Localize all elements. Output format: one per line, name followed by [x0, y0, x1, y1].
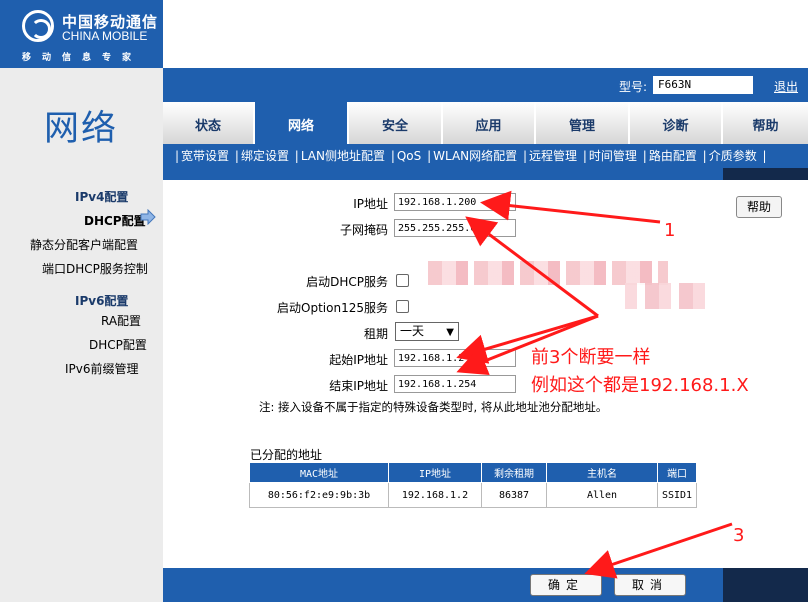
- col-mac: MAC地址: [249, 462, 389, 483]
- separator: |: [522, 149, 528, 163]
- tab-application[interactable]: 应用: [443, 102, 536, 144]
- subnav-wlan[interactable]: WLAN网络配置: [433, 149, 517, 163]
- subnav-media[interactable]: 介质参数: [709, 149, 757, 163]
- tab-status[interactable]: 状态: [163, 102, 255, 144]
- leftnav-ra-config[interactable]: RA配置: [101, 312, 141, 329]
- leftnav-ipv6-prefix[interactable]: IPv6前缀管理: [65, 360, 139, 377]
- start-ip-input[interactable]: [394, 349, 516, 367]
- ok-button[interactable]: 确定: [530, 574, 602, 596]
- leftnav-dhcpv6-config[interactable]: DHCP配置: [89, 336, 147, 353]
- subnet-mask-label: 子网掩码: [339, 223, 388, 237]
- arrow-right-icon: [140, 209, 156, 225]
- dhcp-service-checkbox[interactable]: [396, 274, 409, 287]
- subnav-remote[interactable]: 远程管理: [529, 149, 577, 163]
- tab-security[interactable]: 安全: [349, 102, 443, 144]
- model-label: 型号:: [619, 80, 648, 94]
- end-ip-input[interactable]: [394, 375, 516, 393]
- top-bar: 型号: F663N 退出: [163, 68, 808, 102]
- leftnav-static-clients[interactable]: 静态分配客户端配置: [30, 236, 138, 253]
- annotation-line-2: 例如这个都是192.168.1.X: [531, 375, 749, 396]
- col-ip: IP地址: [388, 462, 482, 483]
- page-title: 网络: [44, 109, 119, 149]
- left-bottom: [0, 568, 163, 602]
- option125-label: 启动Option125服务: [277, 301, 388, 315]
- col-hostname: 主机名: [546, 462, 658, 483]
- leftnav-ipv6-header: IPv6配置: [75, 294, 129, 308]
- tab-help[interactable]: 帮助: [723, 102, 808, 144]
- leftnav-ipv4-header: IPv4配置: [75, 190, 129, 204]
- assigned-title: 已分配的地址: [250, 448, 323, 462]
- sub-navigation: | 宽带设置 | 绑定设置 | LAN侧地址配置 | QoS | WLAN网络配置 | 远程…: [163, 144, 808, 168]
- tab-management[interactable]: 管理: [536, 102, 630, 144]
- cancel-button[interactable]: 取消: [614, 574, 686, 596]
- cell-hostname: Allen: [546, 482, 658, 508]
- separator: |: [234, 149, 239, 163]
- separator: |: [294, 149, 299, 163]
- cell-port: SSID1: [657, 482, 697, 508]
- separator: |: [427, 149, 432, 163]
- redaction-blur: [625, 283, 707, 309]
- end-ip-label: 结束IP地址: [329, 379, 388, 393]
- brand-logo: 中国移动通信 CHINA MOBILE 移动信息专家: [0, 0, 163, 68]
- page-title-area: 网络: [0, 68, 163, 168]
- annotation-number-3: 3: [733, 525, 745, 546]
- lease-value: 一天: [400, 324, 425, 338]
- main-tabs: 状态 网络 安全 应用 管理 诊断 帮助: [163, 102, 808, 144]
- subnav-lan-address[interactable]: LAN侧地址配置: [301, 149, 385, 163]
- table-header-row: MAC地址 IP地址 剩余租期 主机名 端口: [249, 462, 697, 483]
- separator: |: [175, 149, 180, 163]
- model-value: F663N: [653, 76, 753, 94]
- separator: |: [702, 149, 707, 163]
- table-row: 80:56:f2:e9:9b:3b 192.168.1.2 86387 Alle…: [249, 482, 697, 508]
- leftnav-port-dhcp[interactable]: 端口DHCP服务控制: [42, 260, 148, 277]
- cell-lease: 86387: [481, 482, 547, 508]
- brand-name-en: CHINA MOBILE: [62, 29, 148, 43]
- ip-address-input[interactable]: [394, 193, 516, 211]
- lease-select[interactable]: 一天 ▼: [395, 322, 459, 341]
- annotation-number-1: 1: [664, 220, 676, 241]
- tab-diagnostics[interactable]: 诊断: [630, 102, 723, 144]
- annotation-line-1: 前3个断要一样: [531, 347, 651, 368]
- subnav-route[interactable]: 路由配置: [649, 149, 697, 163]
- leftnav-dhcp-config[interactable]: DHCP配置: [84, 212, 146, 229]
- start-ip-label: 起始IP地址: [329, 353, 388, 367]
- logout-link[interactable]: 退出: [774, 78, 798, 95]
- help-button[interactable]: 帮助: [736, 196, 782, 218]
- subnet-mask-input[interactable]: [394, 219, 516, 237]
- separator: |: [762, 149, 767, 163]
- assigned-table: MAC地址 IP地址 剩余租期 主机名 端口 80:56:f2:e9:9b:3b…: [249, 462, 697, 508]
- ip-address-label: IP地址: [353, 197, 388, 211]
- dhcp-service-label: 启动DHCP服务: [306, 275, 388, 289]
- redaction-blur: [428, 261, 668, 285]
- separator: |: [390, 149, 395, 163]
- option125-checkbox[interactable]: [396, 300, 409, 313]
- brand-tagline: 移动信息专家: [22, 53, 143, 63]
- cell-mac: 80:56:f2:e9:9b:3b: [249, 482, 389, 508]
- subnav-time[interactable]: 时间管理: [589, 149, 637, 163]
- col-lease: 剩余租期: [481, 462, 547, 483]
- chevron-down-icon: ▼: [446, 327, 454, 338]
- separator: |: [642, 149, 647, 163]
- separator: |: [582, 149, 587, 163]
- lease-label: 租期: [363, 327, 388, 341]
- cell-ip: 192.168.1.2: [388, 482, 482, 508]
- pool-note: 注: 接入设备不属于指定的特殊设备类型时, 将从此地址池分配地址。: [259, 400, 608, 414]
- subnav-qos[interactable]: QoS: [397, 149, 421, 163]
- subnav-binding[interactable]: 绑定设置: [241, 149, 289, 163]
- subnav-broadband[interactable]: 宽带设置: [181, 149, 229, 163]
- tab-network[interactable]: 网络: [255, 102, 349, 144]
- china-mobile-logo-icon: [22, 10, 54, 42]
- col-port: 端口: [657, 462, 697, 483]
